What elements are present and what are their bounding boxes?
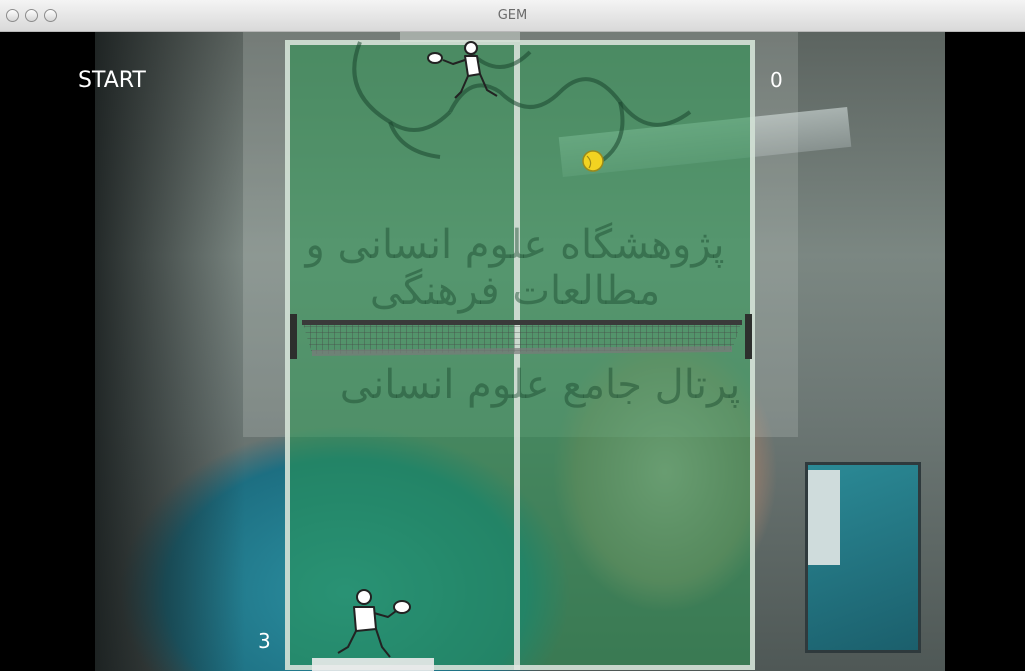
tennis-net [302,320,742,356]
tennis-ball-icon [582,150,604,172]
watermark-logo [352,41,692,164]
camera-wall-picture-highlight [808,470,840,565]
window-titlebar: GEM [0,0,1025,32]
top-player-icon [427,41,498,99]
window-title: GEM [497,8,528,23]
game-viewport[interactable]: پژوهشگاه علوم انسانی و مطالعات فرهنگی پر… [0,32,1025,671]
watermark-text-line2: پرتال جامع علوم انسانی [339,362,741,408]
start-button[interactable]: START [78,68,146,93]
camera-shadow [95,32,245,671]
watermark-text-line1: پژوهشگاه علوم انسانی و مطالعات فرهنگی [305,222,725,314]
bottom-player-icon [337,589,411,658]
player-score: 3 [258,629,271,653]
opponent-score: 0 [770,68,783,92]
